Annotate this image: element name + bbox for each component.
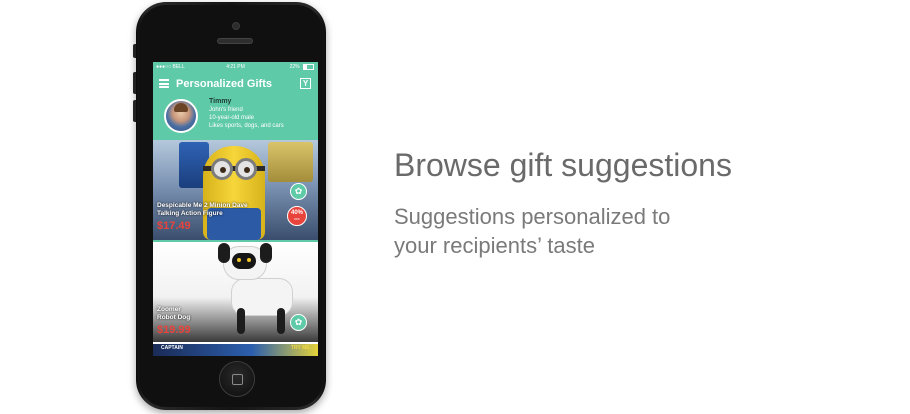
promo-subtitle-line: your recipients’ taste [394, 233, 595, 258]
app-screen: ●●●○○ BELL 4:21 PM 22% Personalized Gift… [153, 62, 318, 356]
recipient-name: Timmy [209, 98, 232, 105]
discount-badge: 40% OFF [287, 206, 307, 226]
product-image-minion [203, 146, 265, 240]
status-bar: ●●●○○ BELL 4:21 PM 22% [153, 62, 318, 72]
recipient-age-gender: 10-year-old male [209, 115, 255, 121]
app-header: Personalized Gifts Y [153, 72, 318, 96]
product-price: $17.49 [157, 220, 191, 232]
discount-percent: 40% [290, 210, 303, 216]
discount-label: OFF [294, 217, 300, 221]
phone-bezel: ●●●○○ BELL 4:21 PM 22% Personalized Gift… [139, 5, 323, 407]
recipient-relation: John's friend [209, 107, 243, 113]
battery-icon [303, 63, 314, 70]
recipient-interests: Likes sports, dogs, and cars [209, 123, 284, 129]
earpiece-speaker [217, 38, 253, 44]
phone-device: ●●●○○ BELL 4:21 PM 22% Personalized Gift… [133, 2, 326, 410]
recipient-profile[interactable]: Timmy John's friend 10-year-old male Lik… [153, 96, 318, 140]
mute-switch [133, 44, 136, 58]
product-name: Despicable Me 2 Minion Dave [157, 202, 248, 209]
product-name: Robot Dog [157, 314, 191, 321]
product-tag: TRY ME [291, 345, 310, 351]
filter-icon[interactable]: Y [300, 78, 311, 89]
robot-dog-head [218, 243, 272, 280]
promo-subtitle-line: Suggestions personalized to [394, 204, 671, 229]
battery-indicator: 22% [290, 62, 314, 72]
product-card-robot-dog[interactable]: Zoomer Robot Dog $19.99 ✿ [153, 242, 318, 342]
product-name: Zoomer [157, 306, 181, 313]
promo-subtitle: Suggestions personalized to your recipie… [394, 202, 670, 260]
product-name: Talking Action Figure [157, 210, 223, 217]
gift-icon[interactable]: ✿ [290, 183, 307, 200]
volume-down-button [133, 100, 136, 122]
product-name: CAPTAIN [161, 345, 183, 351]
product-packaging [268, 142, 313, 182]
home-button[interactable] [219, 361, 255, 397]
app-title: Personalized Gifts [176, 78, 272, 90]
hamburger-menu-icon[interactable] [159, 79, 169, 88]
gift-icon[interactable]: ✿ [290, 314, 307, 331]
product-card-minion[interactable]: Despicable Me 2 Minion Dave Talking Acti… [153, 140, 318, 242]
promo-headline: Browse gift suggestions [394, 147, 732, 183]
volume-up-button [133, 72, 136, 94]
battery-percent: 22% [289, 64, 300, 70]
product-card-partial[interactable]: CAPTAIN TRY ME [153, 344, 318, 356]
recipient-avatar [164, 99, 198, 133]
product-price: $19.99 [157, 324, 191, 336]
home-square-icon [232, 374, 243, 385]
front-camera [232, 22, 240, 30]
